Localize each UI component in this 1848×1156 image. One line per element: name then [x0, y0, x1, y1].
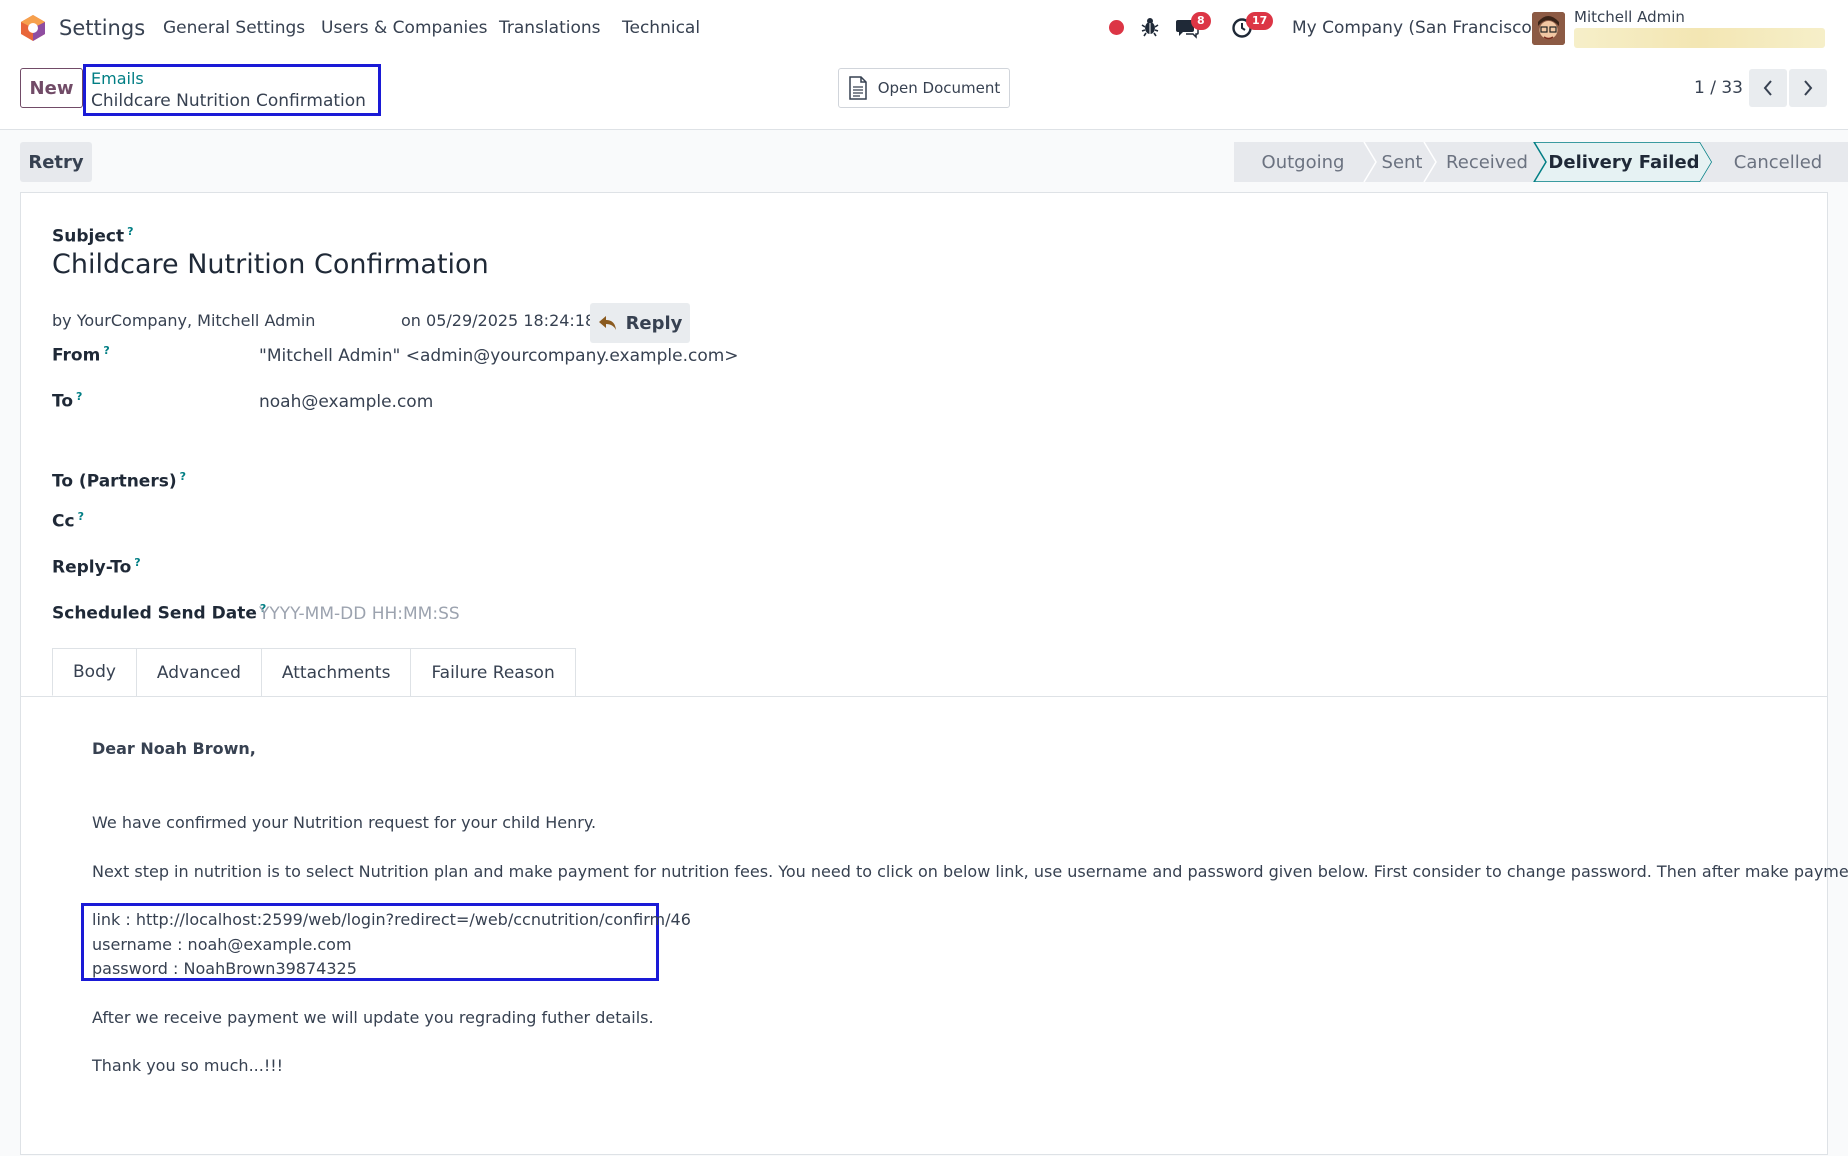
cc-field[interactable] [259, 510, 859, 534]
odoo-logo-icon[interactable] [19, 14, 47, 42]
app-name[interactable]: Settings [59, 16, 145, 40]
stage-outgoing[interactable]: Outgoing [1234, 142, 1372, 182]
breadcrumb: Emails Childcare Nutrition Confirmation [83, 64, 381, 116]
notebook-tabs: Body Advanced Attachments Failure Reason [52, 648, 576, 696]
stage-cancelled[interactable]: Cancelled [1708, 142, 1848, 182]
new-button[interactable]: New [20, 68, 83, 108]
messages-count-badge: 8 [1191, 12, 1211, 30]
scheduled-send-date-label: Scheduled Send Date? [52, 602, 267, 624]
email-password-line: password : NoahBrown39874325 [92, 959, 357, 978]
email-username-line: username : noah@example.com [92, 935, 352, 954]
debug-bug-icon[interactable] [1140, 17, 1160, 37]
help-icon: ? [77, 510, 84, 523]
user-name[interactable]: Mitchell Admin [1574, 8, 1685, 26]
help-icon: ? [76, 390, 83, 403]
to-field[interactable]: noah@example.com [259, 392, 433, 412]
tab-divider [21, 696, 1827, 697]
reply-to-field[interactable] [259, 556, 859, 580]
breadcrumb-current: Childcare Nutrition Confirmation [91, 89, 373, 113]
to-partners-label: To (Partners)? [52, 470, 186, 492]
menu-general-settings[interactable]: General Settings [163, 18, 305, 38]
email-thanks: Thank you so much...!!! [92, 1056, 284, 1075]
reply-arrow-icon [598, 316, 616, 330]
to-label: To? [52, 390, 83, 412]
help-icon: ? [127, 225, 134, 238]
email-line-after-payment: After we receive payment we will update … [92, 1008, 654, 1027]
pager-next-button[interactable] [1789, 69, 1827, 107]
email-greeting: Dear Noah Brown, [92, 739, 256, 758]
stage-received[interactable]: Received [1432, 142, 1542, 182]
pager-previous-button[interactable] [1749, 69, 1787, 107]
pager-value[interactable]: 1 / 33 [1694, 78, 1743, 98]
stage-delivery-failed[interactable]: Delivery Failed [1542, 142, 1706, 182]
tab-failure-reason[interactable]: Failure Reason [410, 648, 576, 696]
recording-indicator-icon[interactable] [1109, 20, 1124, 35]
email-line-confirmed: We have confirmed your Nutrition request… [92, 813, 597, 832]
help-icon: ? [134, 556, 141, 569]
menu-translations[interactable]: Translations [499, 18, 601, 38]
subject-value[interactable]: Childcare Nutrition Confirmation [52, 249, 489, 280]
reply-label: Reply [625, 312, 683, 334]
top-navbar: Settings General Settings Users & Compan… [0, 0, 1848, 58]
date-text: on 05/29/2025 18:24:18 [401, 311, 596, 330]
stage-sent[interactable]: Sent [1372, 142, 1432, 182]
from-label: From? [52, 344, 110, 366]
company-switcher[interactable]: My Company (San Francisco) [1292, 18, 1538, 38]
menu-users-companies[interactable]: Users & Companies [321, 18, 488, 38]
activities-count-badge: 17 [1246, 12, 1274, 30]
open-document-label: Open Document [877, 79, 1001, 97]
retry-button[interactable]: Retry [20, 142, 92, 182]
help-icon: ? [179, 470, 186, 483]
to-partners-field[interactable] [259, 470, 859, 494]
chevron-right-icon [1804, 80, 1813, 96]
user-avatar[interactable] [1532, 12, 1565, 45]
reply-button[interactable]: Reply [590, 303, 690, 343]
menu-technical[interactable]: Technical [622, 18, 700, 38]
scheduled-send-date-input[interactable]: YYYY-MM-DD HH:MM:SS [259, 604, 460, 624]
form-sheet: Subject? Childcare Nutrition Confirmatio… [20, 192, 1848, 1155]
database-name-bar [1574, 28, 1825, 48]
document-icon [848, 76, 867, 100]
breadcrumb-emails-link[interactable]: Emails [91, 69, 373, 89]
email-line-next-step: Next step in nutrition is to select Nutr… [92, 862, 1848, 881]
from-field[interactable]: "Mitchell Admin" <admin@yourcompany.exam… [259, 346, 739, 366]
open-document-button[interactable]: Open Document [838, 68, 1010, 108]
email-link-line[interactable]: link : http://localhost:2599/web/login?r… [92, 910, 691, 929]
subject-label: Subject? [52, 225, 134, 247]
tab-attachments[interactable]: Attachments [260, 648, 412, 696]
help-icon: ? [103, 344, 110, 357]
chevron-left-icon [1763, 80, 1772, 96]
tab-advanced[interactable]: Advanced [135, 648, 262, 696]
tab-body[interactable]: Body [52, 648, 137, 696]
breadcrumb-current-label: Childcare Nutrition Confirmation [91, 91, 366, 111]
author-text: by YourCompany, Mitchell Admin [52, 311, 316, 330]
cc-label: Cc? [52, 510, 84, 532]
control-panel: New Emails Childcare Nutrition Confirmat… [0, 58, 1848, 130]
reply-to-label: Reply-To? [52, 556, 141, 578]
